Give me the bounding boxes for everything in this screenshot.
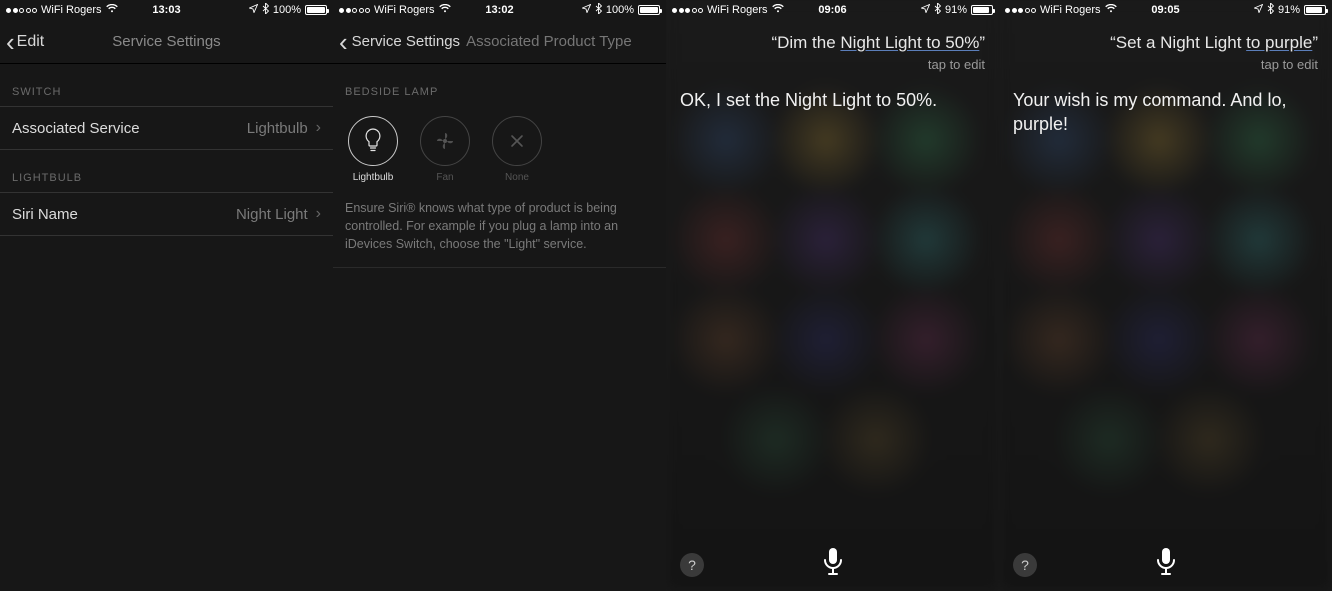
chevron-right-icon: › bbox=[316, 119, 321, 137]
row-associated-service[interactable]: Associated Service Lightbulb › bbox=[0, 106, 333, 150]
product-none[interactable]: None bbox=[489, 116, 545, 183]
status-bar: WiFi Rogers 13:03 100% bbox=[0, 0, 333, 20]
status-bar: WiFi Rogers 09:06 91% bbox=[666, 0, 999, 20]
row-label: Siri Name bbox=[12, 206, 78, 223]
product-label: None bbox=[505, 172, 529, 183]
back-button[interactable]: ‹ Edit bbox=[0, 29, 44, 55]
close-icon bbox=[492, 116, 542, 166]
fan-icon bbox=[420, 116, 470, 166]
microphone-icon bbox=[1155, 547, 1177, 577]
siri-help-button[interactable]: ? bbox=[680, 553, 704, 577]
row-siri-name[interactable]: Siri Name Night Light › bbox=[0, 192, 333, 236]
nav-bar: ‹ Edit Service Settings bbox=[0, 20, 333, 64]
microphone-button[interactable] bbox=[814, 543, 852, 581]
clock: 09:06 bbox=[666, 4, 999, 16]
row-value: Lightbulb bbox=[247, 120, 308, 137]
product-lightbulb[interactable]: Lightbulb bbox=[345, 116, 401, 183]
siri-response: OK, I set the Night Light to 50%. bbox=[680, 88, 985, 112]
siri-query[interactable]: “Dim the Night Light to 50%” bbox=[680, 32, 985, 55]
section-header-bedside-lamp: BEDSIDE LAMP bbox=[333, 64, 666, 106]
siri-query-pre: “Dim the bbox=[771, 33, 840, 52]
row-value: Night Light bbox=[236, 206, 308, 223]
microphone-icon bbox=[822, 547, 844, 577]
product-label: Lightbulb bbox=[353, 172, 394, 183]
status-bar: WiFi Rogers 09:05 91% bbox=[999, 0, 1332, 20]
chevron-right-icon: › bbox=[316, 205, 321, 223]
siri-query-underlined: Night Light to 50% bbox=[840, 33, 979, 52]
screen-associated-product-type: WiFi Rogers 13:02 100% ‹ Service Setting… bbox=[333, 0, 666, 591]
battery-icon bbox=[971, 5, 993, 15]
clock: 13:02 bbox=[333, 4, 666, 16]
chevron-left-icon: ‹ bbox=[339, 29, 348, 55]
status-bar: WiFi Rogers 13:02 100% bbox=[333, 0, 666, 20]
microphone-button[interactable] bbox=[1147, 543, 1185, 581]
battery-icon bbox=[305, 5, 327, 15]
clock: 13:03 bbox=[0, 4, 333, 16]
nav-bar: ‹ Service Settings Associated Product Ty… bbox=[333, 20, 666, 64]
lightbulb-icon bbox=[348, 116, 398, 166]
product-fan[interactable]: Fan bbox=[417, 116, 473, 183]
siri-query-underlined: to purple bbox=[1246, 33, 1312, 52]
product-label: Fan bbox=[436, 172, 453, 183]
back-button[interactable]: ‹ bbox=[333, 29, 348, 55]
siri-help-button[interactable]: ? bbox=[1013, 553, 1037, 577]
siri-response: Your wish is my command. And lo, purple! bbox=[1013, 88, 1318, 137]
page-title: Service Settings bbox=[0, 33, 333, 50]
siri-query-pre: “Set a Night Light bbox=[1110, 33, 1246, 52]
battery-icon bbox=[638, 5, 660, 15]
back-label: Edit bbox=[17, 33, 45, 51]
screen-siri-purple: WiFi Rogers 09:05 91% “Set a Night Light… bbox=[999, 0, 1332, 591]
section-header-lightbulb: LIGHTBULB bbox=[0, 150, 333, 192]
siri-query[interactable]: “Set a Night Light to purple” bbox=[1013, 32, 1318, 55]
page-subtitle: Associated Product Type bbox=[466, 33, 632, 50]
help-text: Ensure Siri® knows what type of product … bbox=[333, 189, 666, 268]
chevron-left-icon: ‹ bbox=[6, 29, 15, 55]
tap-to-edit[interactable]: tap to edit bbox=[680, 57, 985, 72]
clock: 09:05 bbox=[999, 4, 1332, 16]
row-label: Associated Service bbox=[12, 120, 140, 137]
page-title: Service Settings bbox=[352, 33, 460, 50]
product-type-selector: Lightbulb Fan None bbox=[333, 106, 666, 189]
screen-siri-dim: WiFi Rogers 09:06 91% “Dim the Night Lig… bbox=[666, 0, 999, 591]
siri-query-post: ” bbox=[1312, 33, 1318, 52]
siri-query-post: ” bbox=[979, 33, 985, 52]
section-header-switch: SWITCH bbox=[0, 64, 333, 106]
screen-service-settings: WiFi Rogers 13:03 100% ‹ Edit Service Se… bbox=[0, 0, 333, 591]
battery-icon bbox=[1304, 5, 1326, 15]
tap-to-edit[interactable]: tap to edit bbox=[1013, 57, 1318, 72]
